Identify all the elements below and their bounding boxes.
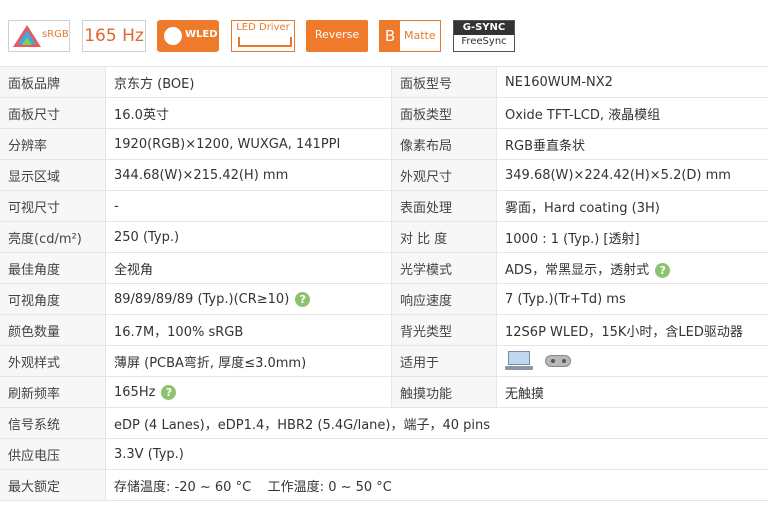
- feature-badges: sRGB 165 Hz WLED LED Driver Reverse B Ma…: [0, 0, 768, 66]
- spec-value: Oxide TFT-LCD, 液晶模组: [496, 97, 768, 129]
- led-driver-label: LED Driver: [236, 22, 290, 33]
- spec-value-cell: 165Hz?: [105, 376, 392, 408]
- led-driver-badge: LED Driver: [231, 20, 295, 52]
- spec-key: 面板型号: [391, 66, 497, 98]
- gsync-badge: G-SYNC FreeSync: [453, 20, 515, 52]
- table-row: 最大额定 存储温度: -20 ~ 60 °C 工作温度: 0 ~ 50 °C: [0, 469, 768, 501]
- spec-value: 12S6P WLED，15K小时，含LED驱动器: [496, 314, 768, 346]
- spec-key: 响应速度: [391, 283, 497, 315]
- spec-key: 表面处理: [391, 190, 497, 222]
- spec-value: ADS，常黑显示，透射式: [505, 262, 650, 278]
- spec-value: 无触摸: [496, 376, 768, 408]
- circuit-icon: [238, 37, 292, 47]
- spec-key: 可视角度: [0, 283, 106, 315]
- table-row: 显示区域 344.68(W)×215.42(H) mm 外观尺寸 349.68(…: [0, 159, 768, 191]
- srgb-label: sRGB: [42, 29, 69, 40]
- panel-size-link[interactable]: 16.0英寸: [105, 97, 392, 129]
- spec-key: 分辨率: [0, 128, 106, 160]
- spec-value: 7 (Typ.)(Tr+Td) ms: [496, 283, 768, 315]
- spec-key: 适用于: [391, 345, 497, 377]
- spec-key: 面板类型: [391, 97, 497, 129]
- table-row: 亮度(cd/m²) 250 (Typ.) 对 比 度 1000 : 1 (Typ…: [0, 221, 768, 253]
- spec-key: 外观尺寸: [391, 159, 497, 191]
- spec-value: RGB垂直条状: [496, 128, 768, 160]
- gsync-label: G-SYNC: [454, 21, 514, 35]
- spec-key: 信号系统: [0, 407, 106, 439]
- wled-label: WLED: [185, 29, 218, 40]
- spec-value: -: [105, 190, 392, 222]
- table-row: 供应电压 3.3V (Typ.): [0, 438, 768, 470]
- question-circle-icon[interactable]: ?: [161, 384, 177, 400]
- matte-letter: B: [380, 21, 400, 51]
- refresh-rate-badge: 165 Hz: [82, 20, 146, 52]
- matte-badge: B Matte: [379, 20, 441, 52]
- spec-key: 背光类型: [391, 314, 497, 346]
- application-icons: [496, 345, 768, 377]
- spec-key: 可视尺寸: [0, 190, 106, 222]
- question-circle-icon[interactable]: ?: [655, 262, 671, 278]
- table-row: 颜色数量 16.7M，100% sRGB 背光类型 12S6P WLED，15K…: [0, 314, 768, 346]
- spec-key: 最大额定: [0, 469, 106, 501]
- spec-value: 全视角: [105, 252, 392, 284]
- table-row: 可视尺寸 - 表面处理 雾面，Hard coating (3H): [0, 190, 768, 222]
- spec-value: 3.3V (Typ.): [105, 438, 768, 470]
- laptop-icon: [505, 351, 533, 371]
- panel-brand-link[interactable]: 京东方 (BOE): [105, 66, 392, 98]
- spec-value: 1000 : 1 (Typ.) [透射]: [496, 221, 768, 253]
- spec-value: 1920(RGB)×1200, WUXGA, 141PPI: [105, 128, 392, 160]
- gamepad-icon: [543, 351, 573, 371]
- spec-key: 显示区域: [0, 159, 106, 191]
- spec-key: 颜色数量: [0, 314, 106, 346]
- spec-table: 面板品牌 京东方 (BOE) 面板型号 NE160WUM-NX2 面板尺寸 16…: [0, 66, 768, 501]
- spec-value: 89/89/89/89 (Typ.)(CR≥10): [114, 291, 290, 307]
- table-row: 面板品牌 京东方 (BOE) 面板型号 NE160WUM-NX2: [0, 66, 768, 98]
- freesync-label: FreeSync: [461, 36, 507, 47]
- spec-value: 349.68(W)×224.42(H)×5.2(D) mm: [496, 159, 768, 191]
- spec-key: 最佳角度: [0, 252, 106, 284]
- spec-key: 对 比 度: [391, 221, 497, 253]
- spec-value: eDP (4 Lanes)，eDP1.4，HBR2 (5.4G/lane)，端子…: [105, 407, 768, 439]
- spec-value: 雾面，Hard coating (3H): [496, 190, 768, 222]
- spec-key: 供应电压: [0, 438, 106, 470]
- panel-model-link[interactable]: NE160WUM-NX2: [496, 66, 768, 98]
- spec-value: 250 (Typ.): [105, 221, 392, 253]
- table-row: 最佳角度 全视角 光学模式 ADS，常黑显示，透射式?: [0, 252, 768, 284]
- srgb-badge: sRGB: [8, 20, 70, 52]
- table-row: 面板尺寸 16.0英寸 面板类型 Oxide TFT-LCD, 液晶模组: [0, 97, 768, 129]
- spec-value: 薄屏 (PCBA弯折, 厚度≤3.0mm): [105, 345, 392, 377]
- spec-value: 存储温度: -20 ~ 60 °C 工作温度: 0 ~ 50 °C: [105, 469, 768, 501]
- table-row: 信号系统 eDP (4 Lanes)，eDP1.4，HBR2 (5.4G/lan…: [0, 407, 768, 439]
- spec-key: 亮度(cd/m²): [0, 221, 106, 253]
- table-row: 刷新频率 165Hz? 触摸功能 无触摸: [0, 376, 768, 408]
- table-row: 分辨率 1920(RGB)×1200, WUXGA, 141PPI 像素布局 R…: [0, 128, 768, 160]
- spec-value: 344.68(W)×215.42(H) mm: [105, 159, 392, 191]
- spec-value: 16.7M，100% sRGB: [105, 314, 392, 346]
- table-row: 外观样式 薄屏 (PCBA弯折, 厚度≤3.0mm) 适用于: [0, 345, 768, 377]
- spec-key: 光学模式: [391, 252, 497, 284]
- reverse-badge: Reverse: [306, 20, 368, 52]
- spec-key: 面板尺寸: [0, 97, 106, 129]
- table-row: 可视角度 89/89/89/89 (Typ.)(CR≥10)? 响应速度 7 (…: [0, 283, 768, 315]
- spec-key: 面板品牌: [0, 66, 106, 98]
- spec-key: 像素布局: [391, 128, 497, 160]
- matte-label: Matte: [404, 29, 436, 42]
- spec-value-cell: 89/89/89/89 (Typ.)(CR≥10)?: [105, 283, 392, 315]
- spec-key: 刷新频率: [0, 376, 106, 408]
- wled-badge: WLED: [157, 20, 219, 52]
- spec-value-cell: ADS，常黑显示，透射式?: [496, 252, 768, 284]
- bulb-icon: [164, 27, 182, 45]
- spec-key: 外观样式: [0, 345, 106, 377]
- question-circle-icon[interactable]: ?: [295, 291, 311, 307]
- spec-value: 165Hz: [114, 384, 156, 400]
- spec-key: 触摸功能: [391, 376, 497, 408]
